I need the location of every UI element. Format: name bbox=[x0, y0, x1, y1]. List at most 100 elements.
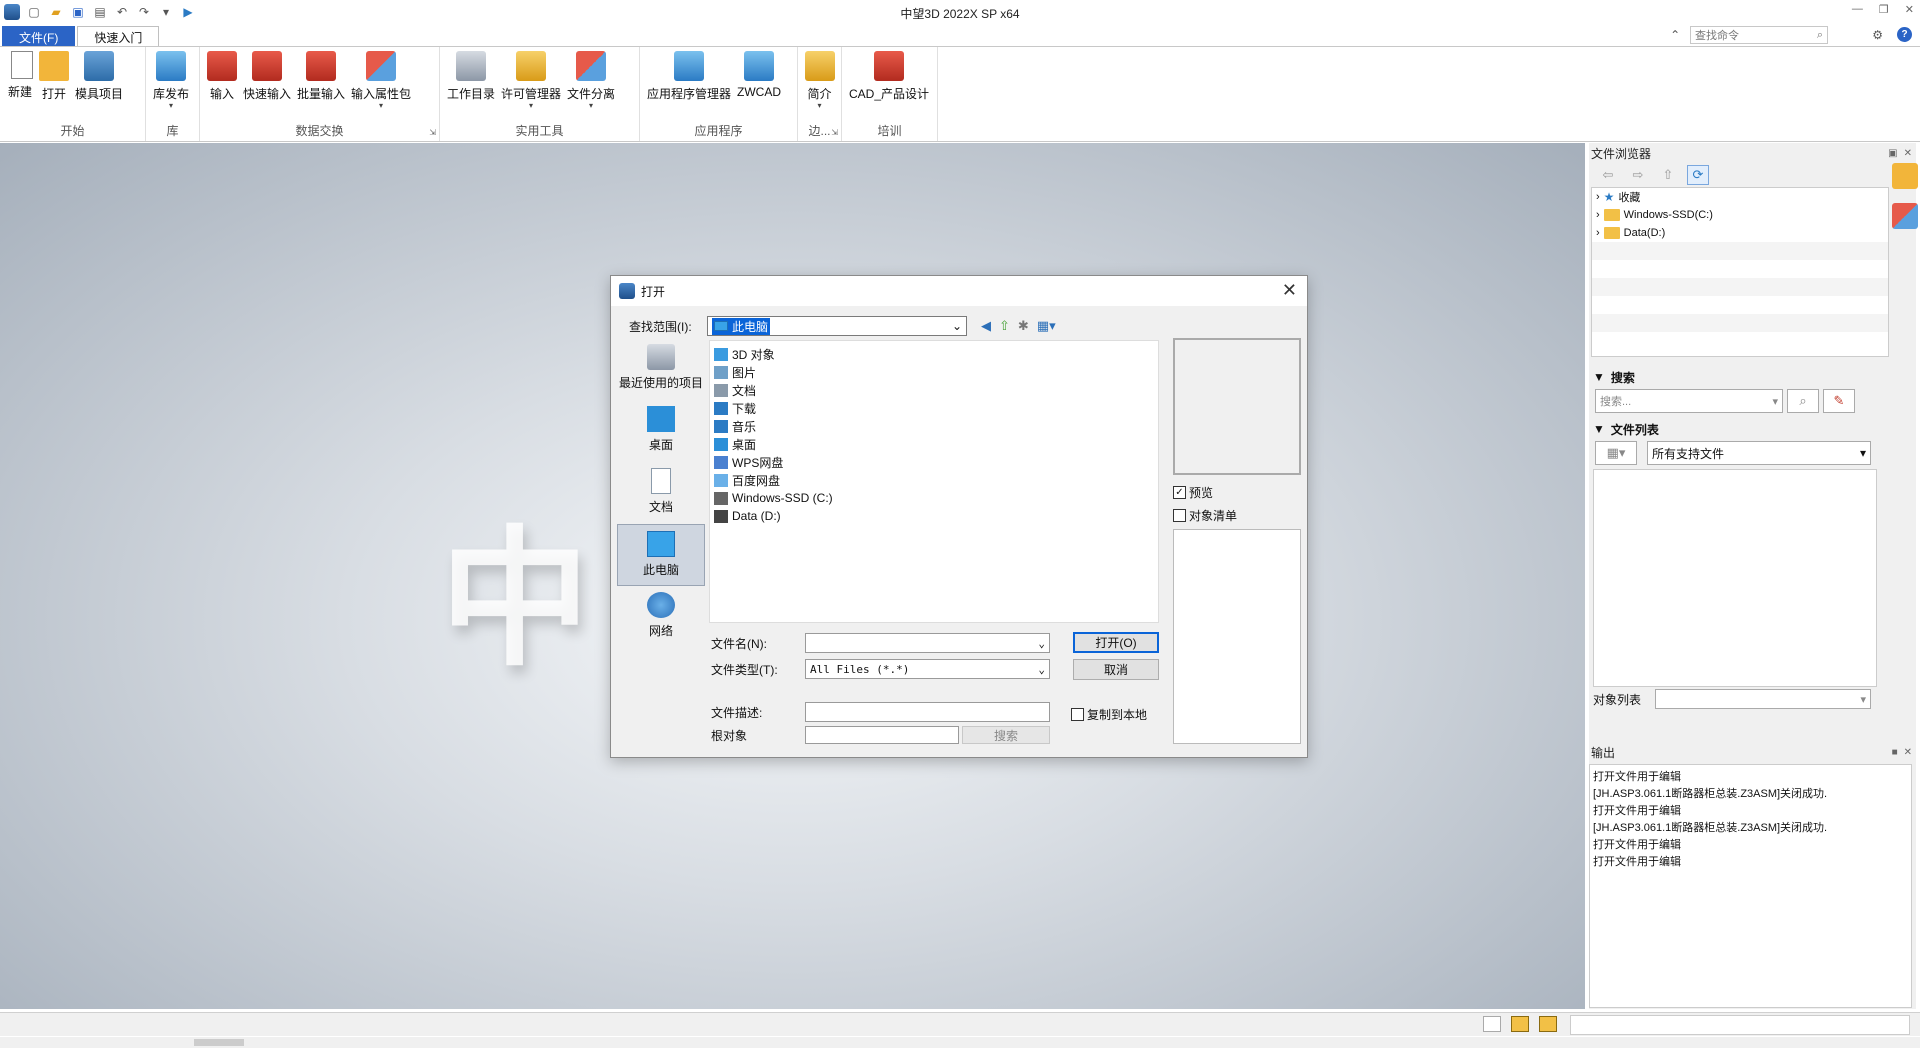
close-icon[interactable]: ✕ bbox=[1904, 148, 1912, 159]
forward-arrow-icon[interactable]: ⇨ bbox=[1627, 165, 1649, 185]
tab-file[interactable]: 文件(F) bbox=[2, 26, 76, 46]
scroll-thumb[interactable] bbox=[194, 1039, 244, 1046]
list-item[interactable]: 图片 bbox=[712, 363, 1156, 381]
look-in-select[interactable]: 此电脑 ⌄ bbox=[707, 316, 967, 336]
file-filter-select[interactable]: 所有支持文件 ▾ bbox=[1647, 441, 1871, 465]
filename-input[interactable]: ⌄ bbox=[805, 633, 1050, 653]
redo-icon[interactable]: ↷ bbox=[136, 4, 152, 20]
customize-dropdown-icon[interactable]: ▾ bbox=[158, 4, 174, 20]
layout-icon[interactable] bbox=[1483, 1016, 1501, 1032]
output-header: 输出 ■ ✕ bbox=[1589, 742, 1916, 762]
search-button[interactable]: 搜索 bbox=[962, 726, 1050, 744]
close-icon[interactable]: ✕ bbox=[1904, 747, 1912, 758]
file-name: Data (D:) bbox=[732, 509, 781, 523]
list-item[interactable]: Data (D:) bbox=[712, 507, 1156, 525]
place-network[interactable]: 网络 bbox=[617, 586, 705, 648]
copy-local-row[interactable]: 复制到本地 bbox=[1071, 706, 1147, 723]
new-file-icon[interactable]: ▢ bbox=[26, 4, 42, 20]
collapse-ribbon-icon[interactable]: ⌃ bbox=[1670, 28, 1680, 42]
tree-label: 收藏 bbox=[1618, 192, 1641, 204]
search-command-input[interactable]: 查找命令 ⌕ bbox=[1690, 26, 1828, 44]
preview-checkbox[interactable]: ✓ bbox=[1173, 486, 1186, 499]
filetype-select[interactable]: All Files (*.*) ⌄ bbox=[805, 659, 1050, 679]
list-item[interactable]: 下载 bbox=[712, 399, 1156, 417]
view-menu-icon[interactable]: ▦▾ bbox=[1037, 318, 1056, 334]
run-icon[interactable]: ▶ bbox=[180, 4, 196, 20]
list-item[interactable]: WPS网盘 bbox=[712, 453, 1156, 471]
pin-icon[interactable]: ■ bbox=[1892, 747, 1898, 758]
cancel-button[interactable]: 取消 bbox=[1073, 659, 1159, 680]
object-list-checkbox-row[interactable]: 对象清单 bbox=[1173, 507, 1237, 524]
filename-label: 文件名(N): bbox=[711, 636, 767, 651]
file-browser-title: 文件浏览器 bbox=[1591, 146, 1652, 161]
object-list-checkbox[interactable] bbox=[1173, 509, 1186, 522]
tree-item-favorites[interactable]: › ★ 收藏 bbox=[1592, 188, 1888, 206]
search-input[interactable]: 搜索... ▾ bbox=[1595, 389, 1783, 413]
app-logo-icon[interactable] bbox=[4, 4, 20, 20]
restore-icon[interactable]: ❐ bbox=[1879, 3, 1889, 16]
refresh-icon[interactable]: ⟳ bbox=[1687, 165, 1709, 185]
group-label: 应用程序 bbox=[694, 124, 743, 138]
preview-checkbox-row[interactable]: ✓ 预览 bbox=[1173, 484, 1213, 501]
up-arrow-icon[interactable]: ⇧ bbox=[1657, 165, 1679, 185]
place-recent[interactable]: 最近使用的项目 bbox=[617, 338, 705, 400]
close-icon[interactable]: ✕ bbox=[1905, 3, 1914, 16]
pin-icon[interactable]: ▣ bbox=[1888, 148, 1897, 159]
settings-icon[interactable]: ⚙ bbox=[1872, 28, 1883, 42]
list-item[interactable]: Windows-SSD (C:) bbox=[712, 489, 1156, 507]
root-input[interactable] bbox=[805, 726, 959, 744]
clear-search-icon[interactable]: ✎ bbox=[1823, 389, 1855, 413]
back-icon[interactable]: ◀ bbox=[981, 318, 991, 334]
tools-tab-icon[interactable] bbox=[1892, 203, 1918, 229]
desc-input[interactable] bbox=[805, 702, 1050, 722]
up-folder-icon[interactable]: ⇧ bbox=[999, 318, 1010, 334]
place-this-pc[interactable]: 此电脑 bbox=[617, 524, 705, 586]
file-name: 3D 对象 bbox=[732, 347, 775, 362]
dialog-launcher-icon[interactable]: ⇲ bbox=[831, 128, 838, 137]
folder-tree: › ★ 收藏 › Windows-SSD(C:) › Data(D:) bbox=[1591, 187, 1889, 357]
new-folder-icon[interactable]: ✱ bbox=[1018, 318, 1029, 334]
open-button[interactable]: 打开(O) bbox=[1073, 632, 1159, 653]
place-documents[interactable]: 文档 bbox=[617, 462, 705, 524]
minimize-icon[interactable]: — bbox=[1852, 3, 1863, 16]
place-desktop[interactable]: 桌面 bbox=[617, 400, 705, 462]
dialog-launcher-icon[interactable]: ⇲ bbox=[429, 128, 436, 137]
copy-local-checkbox[interactable] bbox=[1071, 708, 1084, 721]
close-icon[interactable]: ✕ bbox=[1282, 280, 1297, 301]
tree-item-d-drive[interactable]: › Data(D:) bbox=[1592, 224, 1888, 242]
group-training: CAD_产品设计 培训 bbox=[842, 47, 938, 141]
dialog-title-bar: 打开 ✕ bbox=[611, 276, 1307, 306]
list-item[interactable]: 百度网盘 bbox=[712, 471, 1156, 489]
tree-item-c-drive[interactable]: › Windows-SSD(C:) bbox=[1592, 206, 1888, 224]
library-publish-icon bbox=[156, 51, 186, 81]
display-icon[interactable] bbox=[1511, 1016, 1529, 1032]
search-icon[interactable]: ⌕ bbox=[1787, 389, 1819, 413]
panel-icon[interactable] bbox=[1539, 1016, 1557, 1032]
print-icon[interactable]: ▤ bbox=[92, 4, 108, 20]
list-item[interactable]: 音乐 bbox=[712, 417, 1156, 435]
list-item[interactable]: 3D 对象 bbox=[712, 345, 1156, 363]
search-section-head[interactable]: ▼ 搜索 bbox=[1589, 367, 1916, 387]
quick-access-toolbar: ▢ ▰ ▣ ▤ ↶ ↷ ▾ ▶ bbox=[0, 4, 196, 20]
view-mode-icon[interactable]: ▦▾ bbox=[1595, 441, 1637, 465]
save-icon[interactable]: ▣ bbox=[70, 4, 86, 20]
collapse-arrow-icon: ▼ bbox=[1593, 422, 1605, 436]
dropdown-arrow-icon: ▾ bbox=[529, 101, 534, 110]
list-item[interactable]: 桌面 bbox=[712, 435, 1156, 453]
file-name: 音乐 bbox=[732, 419, 757, 434]
this-pc-icon bbox=[647, 531, 675, 557]
back-arrow-icon[interactable]: ⇦ bbox=[1597, 165, 1619, 185]
file-browser-tab-icon[interactable] bbox=[1892, 163, 1918, 189]
open-file-icon[interactable]: ▰ bbox=[48, 4, 64, 20]
file-list-section-head[interactable]: ▼ 文件列表 bbox=[1589, 419, 1916, 439]
help-icon[interactable]: ? bbox=[1897, 27, 1912, 42]
bottom-scrollbar[interactable] bbox=[0, 1037, 1920, 1048]
preview-label: 预览 bbox=[1189, 486, 1214, 500]
undo-icon[interactable]: ↶ bbox=[114, 4, 130, 20]
tab-quick-start[interactable]: 快速入门 bbox=[77, 26, 160, 46]
file-name: 图片 bbox=[732, 365, 757, 380]
filetype-label: 文件类型(T): bbox=[711, 662, 778, 677]
status-input[interactable] bbox=[1570, 1015, 1910, 1035]
list-item[interactable]: 文档 bbox=[712, 381, 1156, 399]
object-list-select[interactable]: ▾ bbox=[1655, 689, 1872, 709]
